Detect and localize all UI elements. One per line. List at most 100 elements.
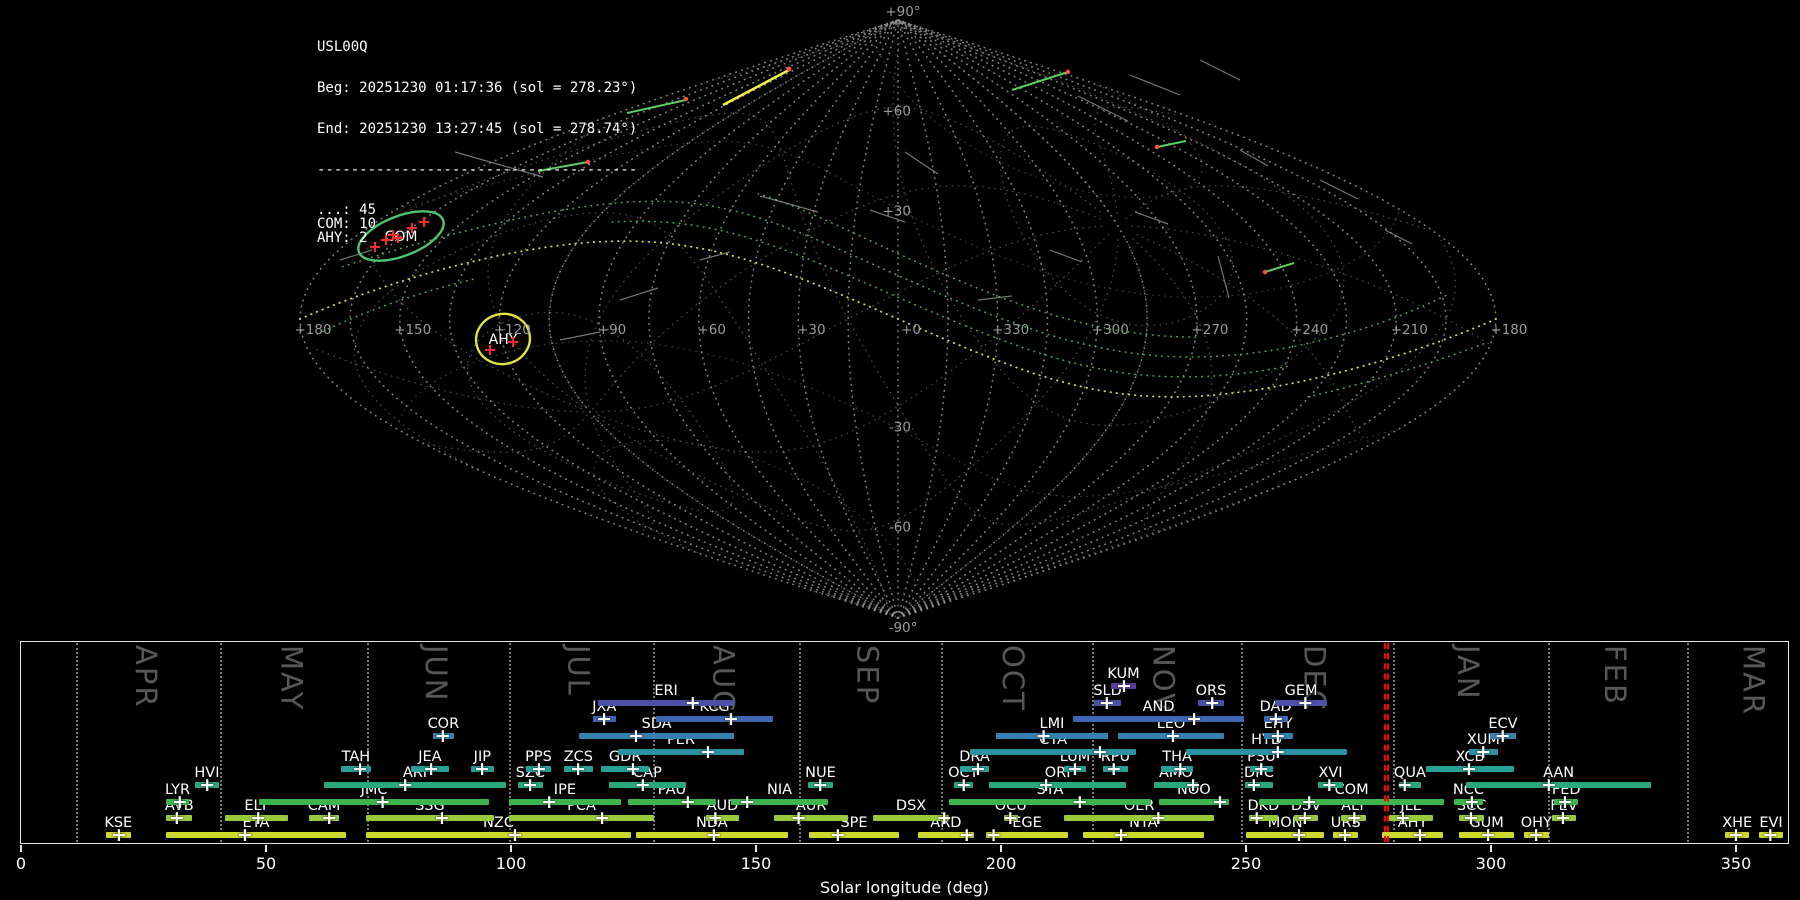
meteor-track: [759, 195, 819, 213]
meteor-endpoint: [1065, 69, 1071, 75]
x-axis-tick: [265, 845, 267, 852]
x-axis-tick: [1000, 845, 1002, 852]
count-line: AHY: 2: [317, 229, 368, 246]
ecliptic-grid-line: [404, 340, 1398, 498]
meridian-line: [897, 19, 1447, 619]
meteor-track: [1129, 74, 1181, 96]
meteor-track: [904, 151, 939, 175]
shower-bar: [808, 831, 900, 838]
meteor-endpoint: [1154, 144, 1160, 150]
shower-bar: [1186, 749, 1347, 756]
shower-bar: [598, 699, 734, 706]
ra-label: +180: [1490, 322, 1527, 338]
x-axis-tick: [510, 845, 512, 852]
ra-label: +90: [598, 322, 627, 338]
meteor-track: [977, 295, 1013, 301]
tilted-grid-line: [354, 363, 483, 472]
shower-bar: [628, 798, 716, 805]
shower-bar: [579, 732, 734, 739]
tilted-grid-line: [584, 106, 1105, 407]
month-separator-line: [1240, 643, 1243, 842]
ra-label: +270: [1191, 322, 1228, 338]
tilted-grid-line: [424, 414, 588, 453]
shower-bar: [1082, 831, 1204, 838]
x-axis-tick-label: 250: [1230, 854, 1262, 873]
meteor-track: [1319, 179, 1359, 200]
shower-bar: [1064, 815, 1215, 822]
x-axis-tick-label: 0: [15, 854, 27, 873]
meteor-track: [559, 331, 601, 341]
end-time: End: 20251230 13:27:45 (sol = 278.74°): [317, 120, 638, 137]
pole-label: +90°: [885, 4, 920, 20]
month-separator-line: [1687, 643, 1690, 842]
meteor-track: [619, 287, 659, 301]
tilted-grid-line: [597, 236, 1119, 532]
meteor-track: [1049, 249, 1083, 263]
meteor-track: [699, 251, 731, 261]
current-sol-cursor: [1386, 643, 1389, 842]
ecliptic-grid-line: [603, 493, 700, 554]
shower-bar: [365, 815, 494, 822]
shower-bar: [509, 815, 655, 822]
shower-bar: [1073, 716, 1245, 723]
meteor-track: [1199, 59, 1241, 81]
meteor-endpoint: [786, 66, 792, 72]
ra-label: +0: [901, 322, 921, 338]
x-axis-tick-label: 50: [255, 854, 277, 873]
shower-counts: ...: 45 COM: 10 AHY: 2: [317, 204, 637, 245]
meteor-track: [1077, 95, 1129, 122]
x-axis-tick: [755, 845, 757, 852]
shower-bar: [1246, 831, 1325, 838]
x-axis-title: Solar longitude (deg): [820, 878, 989, 897]
radiant-map-app: COMAHY+90°-90°+180+150+120+90+60+30+0+33…: [0, 0, 1800, 900]
tilted-grid-line: [591, 417, 654, 532]
station-id: USL00Q: [317, 39, 368, 56]
month-label: APR: [128, 645, 163, 709]
ra-label: +120: [494, 322, 531, 338]
x-axis-tick-label: 200: [985, 854, 1017, 873]
shower-bar: [970, 749, 1137, 756]
x-axis-tick: [1245, 845, 1247, 852]
shower-bar: [365, 831, 632, 838]
pole-label: -90°: [889, 620, 918, 636]
dec-label: +30: [883, 203, 912, 219]
meridian-line: [897, 19, 1099, 619]
tilted-grid-line: [597, 232, 1112, 453]
month-label: JUL: [561, 645, 596, 697]
tilted-grid-line: [999, 125, 1234, 327]
ra-label: +210: [1391, 322, 1428, 338]
x-axis-tick-label: 100: [495, 854, 527, 873]
ra-label: +300: [1092, 322, 1129, 338]
x-axis-tick-label: 150: [740, 854, 772, 873]
ra-label: +30: [797, 322, 826, 338]
month-label: JUN: [418, 645, 453, 703]
dec-label: +60: [883, 104, 912, 120]
ecliptic-grid-line: [711, 41, 1203, 199]
meteor-endpoint: [1262, 269, 1268, 275]
month-label: MAR: [1736, 645, 1771, 717]
dec-label: -30: [889, 420, 911, 436]
meridian-line: [697, 19, 899, 619]
ecliptic-grid-line: [1390, 212, 1400, 229]
month-label: SEP: [850, 645, 885, 706]
shower-bar: [166, 831, 346, 838]
tilted-grid-line: [595, 238, 1148, 619]
x-axis-tick-label: 350: [1720, 854, 1752, 873]
tilted-grid-line: [353, 212, 889, 613]
shower-bar: [509, 798, 621, 805]
meteor-endpoint: [683, 96, 689, 102]
shower-bar: [1259, 798, 1444, 805]
tilted-grid-line: [312, 347, 584, 413]
tilted-grid-line: [1440, 239, 1457, 320]
tilted-grid-line: [1132, 232, 1369, 442]
tilted-grid-line: [1124, 185, 1426, 230]
x-axis-tick: [1735, 845, 1737, 852]
shower-code-label: AND: [1142, 699, 1175, 716]
begin-time: Beg: 20251230 01:17:36 (sol = 278.23°): [317, 79, 638, 96]
month-label: MAY: [274, 645, 309, 712]
x-axis-tick: [20, 845, 22, 852]
separator-line: --------------------------------------: [317, 161, 638, 178]
ra-label: +330: [992, 322, 1029, 338]
tilted-grid-line: [1093, 106, 1176, 216]
meteor-track-bright: [1156, 140, 1187, 148]
